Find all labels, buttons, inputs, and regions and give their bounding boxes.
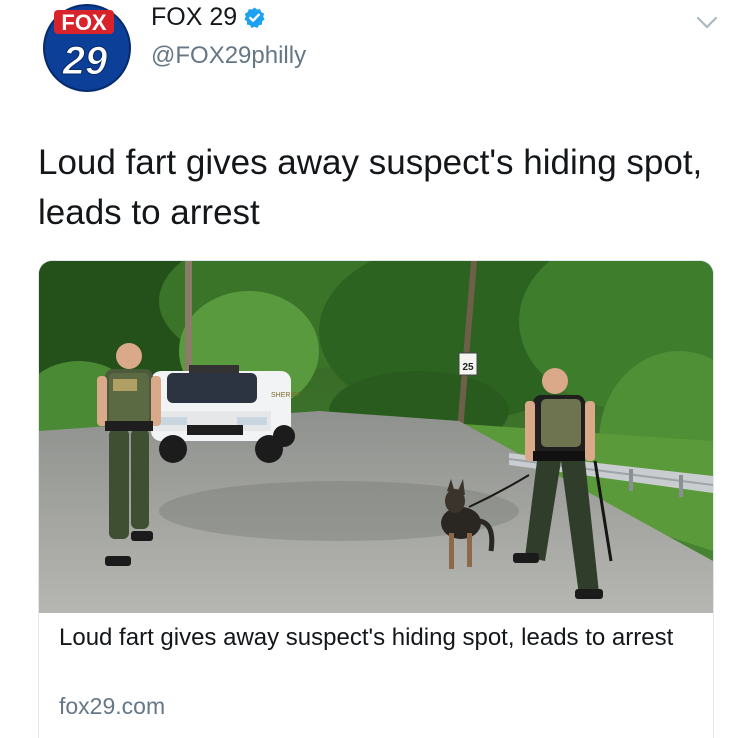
verified-badge-icon (244, 7, 265, 28)
chevron-down-icon[interactable] (696, 16, 718, 30)
card-domain[interactable]: fox29.com (59, 693, 165, 720)
police-officers-k9-photo-icon[interactable]: 25 SHERIFF (39, 261, 713, 613)
card-title[interactable]: Loud fart gives away suspect's hiding sp… (59, 621, 679, 655)
avatar-text-bottom: 29 (62, 39, 108, 83)
avatar-text-top: FOX (61, 10, 107, 35)
tweet-text: Loud fart gives away suspect's hiding sp… (38, 143, 703, 232)
author-avatar[interactable]: FOX 29 (38, 4, 136, 92)
author-name[interactable]: FOX 29 (151, 3, 237, 32)
fox29-logo-icon: FOX 29 (43, 4, 131, 92)
author-handle[interactable]: @FOX29philly (151, 42, 306, 70)
author-name-row[interactable]: FOX 29 (151, 3, 266, 32)
speed-sign-text: 25 (462, 362, 474, 373)
link-card[interactable]: 25 SHERIFF Loud fart gives away suspect'… (38, 260, 714, 738)
vehicle-text: SHERIFF (271, 392, 301, 399)
